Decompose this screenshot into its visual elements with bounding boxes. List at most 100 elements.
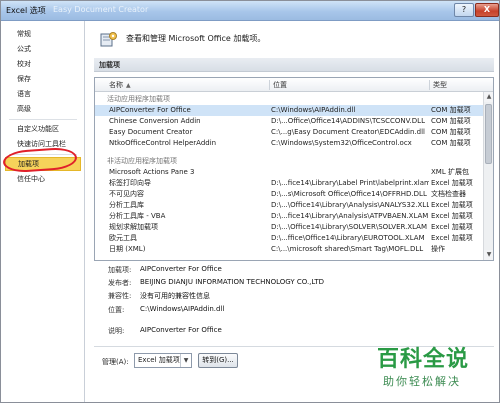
- addin-type: Excel 加载项: [431, 234, 473, 242]
- table-row[interactable]: 日期 (XML) C:\...\microsoft shared\Smart T…: [95, 244, 483, 255]
- sort-ascending-icon: ▲: [126, 82, 131, 89]
- addin-location: D:\...\Office14\Library\Analysis\ANALYS3…: [271, 201, 429, 209]
- addin-type: Excel 加载项: [431, 179, 473, 187]
- addin-name: 分析工具库 - VBA: [109, 212, 166, 220]
- nav-divider: [9, 154, 77, 155]
- addin-name: 欧元工具: [109, 234, 137, 242]
- addin-location: C:\Windows\AIPAddin.dll: [271, 106, 356, 114]
- title-bar[interactable]: Excel 选项 Easy Document Creator ? X: [1, 1, 499, 21]
- addin-type: 操作: [431, 245, 445, 253]
- scroll-up-icon[interactable]: ▲: [484, 92, 493, 102]
- addin-location: D:\...fice14\Library\Label Print\labelpr…: [271, 179, 429, 187]
- help-button[interactable]: ?: [454, 3, 474, 17]
- table-row[interactable]: 欧元工具 D:\...ffice\Office14\Library\EUROTO…: [95, 233, 483, 244]
- addin-type: COM 加载项: [431, 128, 471, 136]
- addin-type: 文档检查器: [431, 190, 466, 198]
- addin-type: Excel 加载项: [431, 201, 473, 209]
- detail-value-compat: 没有可用的兼容性信息: [140, 292, 210, 300]
- addin-name: Chinese Conversion Addin: [109, 117, 201, 125]
- table-row[interactable]: Chinese Conversion Addin D:\...Office\Of…: [95, 116, 483, 127]
- table-row[interactable]: Microsoft Actions Pane 3 XML 扩展包: [95, 167, 483, 178]
- group-header-inactive: 非活动应用程序加载项: [107, 157, 177, 165]
- column-header-name[interactable]: 名称 ▲: [109, 78, 131, 92]
- nav-item-general[interactable]: 常规: [5, 27, 81, 41]
- close-icon: X: [483, 5, 491, 14]
- addin-name: 日期 (XML): [109, 245, 146, 253]
- table-row[interactable]: Easy Document Creator C:\...g\Easy Docum…: [95, 127, 483, 138]
- addin-type: COM 加载项: [431, 117, 471, 125]
- table-row[interactable]: NtkoOfficeControl HelperAddin C:\Windows…: [95, 138, 483, 149]
- close-button[interactable]: X: [475, 3, 499, 17]
- addin-location: D:\...ffice\Office14\Library\EUROTOOL.XL…: [271, 234, 425, 242]
- nav-item-proofing[interactable]: 校对: [5, 57, 81, 71]
- table-row[interactable]: AIPConverter For Office C:\Windows\AIPAd…: [95, 105, 483, 116]
- nav-item-addins[interactable]: 加载项: [5, 157, 81, 171]
- chevron-down-icon: ▼: [180, 354, 191, 367]
- addin-type: XML 扩展包: [431, 168, 469, 176]
- addin-name: 不可见内容: [109, 190, 144, 198]
- addins-gear-icon: [100, 32, 117, 47]
- go-button[interactable]: 转到(G)...: [198, 353, 238, 368]
- detail-label-addin: 加载项:: [108, 266, 132, 274]
- addin-name: 分析工具库: [109, 201, 144, 209]
- watermark-brand: 百科全说: [377, 347, 470, 372]
- table-row[interactable]: 不可见内容 D:\...s\Microsoft Office\Office14\…: [95, 189, 483, 200]
- addin-location: C:\...g\Easy Document Creator\EDCAddin.d…: [271, 128, 425, 136]
- nav-item-save[interactable]: 保存: [5, 72, 81, 86]
- table-row[interactable]: 规划求解加载项 D:\...\Office14\Library\SOLVER\S…: [95, 222, 483, 233]
- nav-item-customize-ribbon[interactable]: 自定义功能区: [5, 122, 81, 136]
- addin-location: D:\...Office\Office14\ADDINS\TCSCCONV.DL…: [271, 117, 425, 125]
- addin-type: Excel 加载项: [431, 223, 473, 231]
- column-header-type[interactable]: 类型: [433, 78, 447, 92]
- manage-selected-value: Excel 加载项: [138, 356, 180, 364]
- options-nav: 常规 公式 校对 保存 语言 高级 自定义功能区 快速访问工具栏 加载项 信任中…: [1, 21, 85, 402]
- scroll-thumb[interactable]: [485, 104, 492, 164]
- addin-name: 规划求解加载项: [109, 223, 158, 231]
- table-row[interactable]: 分析工具库 - VBA D:\...fice14\Library\Analysi…: [95, 211, 483, 222]
- section-header-addins: 加载项: [94, 58, 494, 72]
- column-separator[interactable]: [429, 80, 430, 90]
- addins-list[interactable]: 名称 ▲ 位置 类型 活动应用程序加载项 AIPConverter For Off…: [94, 77, 494, 261]
- manage-dropdown[interactable]: Excel 加载项 ▼: [134, 353, 192, 368]
- addin-name: Microsoft Actions Pane 3: [109, 168, 195, 176]
- detail-label-publisher: 发布者:: [108, 279, 132, 287]
- nav-divider: [9, 119, 77, 120]
- addin-name: NtkoOfficeControl HelperAddin: [109, 139, 217, 147]
- table-row[interactable]: 标签打印向导 D:\...fice14\Library\Label Print\…: [95, 178, 483, 189]
- addin-type: COM 加载项: [431, 106, 471, 114]
- detail-value-publisher: BEIJING DIANJU INFORMATION TECHNOLOGY CO…: [140, 278, 324, 286]
- addin-name: AIPConverter For Office: [109, 106, 191, 114]
- column-header-location[interactable]: 位置: [273, 78, 287, 92]
- nav-item-formulas[interactable]: 公式: [5, 42, 81, 56]
- nav-item-trust-center[interactable]: 信任中心: [5, 172, 81, 186]
- nav-item-advanced[interactable]: 高级: [5, 102, 81, 116]
- detail-value-description: AIPConverter For Office: [140, 326, 222, 334]
- detail-label-compat: 兼容性:: [108, 292, 132, 300]
- addin-type: Excel 加载项: [431, 212, 473, 220]
- detail-label-location: 位置:: [108, 306, 125, 314]
- addins-list-header: 名称 ▲ 位置 类型: [95, 78, 493, 92]
- addin-location: C:\Windows\System32\OfficeControl.ocx: [271, 139, 412, 147]
- addin-name: 标签打印向导: [109, 179, 151, 187]
- group-header-active: 活动应用程序加载项: [107, 95, 170, 103]
- detail-value-location: C:\Windows\AIPAddin.dll: [140, 305, 225, 313]
- addin-type: COM 加载项: [431, 139, 471, 147]
- addin-name: Easy Document Creator: [109, 128, 193, 136]
- addin-location: D:\...\Office14\Library\SOLVER\SOLVER.XL…: [271, 223, 428, 231]
- table-row[interactable]: 分析工具库 D:\...\Office14\Library\Analysis\A…: [95, 200, 483, 211]
- detail-value-addin: AIPConverter For Office: [140, 265, 222, 273]
- help-icon: ?: [461, 5, 467, 14]
- scroll-down-icon[interactable]: ▼: [484, 250, 493, 260]
- addin-location: C:\...\microsoft shared\Smart Tag\MOFL.D…: [271, 245, 424, 253]
- manage-label: 管理(A):: [102, 358, 129, 366]
- background-window-title: Easy Document Creator: [53, 5, 149, 14]
- nav-item-quick-access-toolbar[interactable]: 快速访问工具栏: [5, 137, 81, 151]
- nav-item-language[interactable]: 语言: [5, 87, 81, 101]
- addin-location: D:\...s\Microsoft Office\Office14\OFFRHD…: [271, 190, 427, 198]
- detail-label-description: 说明:: [108, 327, 125, 335]
- excel-options-window: Excel 选项 Easy Document Creator ? X 常规 公式…: [0, 0, 500, 403]
- panel-heading: 查看和管理 Microsoft Office 加载项。: [126, 34, 266, 43]
- list-scrollbar[interactable]: ▲ ▼: [483, 92, 493, 260]
- addin-location: D:\...fice14\Library\Analysis\ATPVBAEN.X…: [271, 212, 429, 220]
- column-separator[interactable]: [269, 80, 270, 90]
